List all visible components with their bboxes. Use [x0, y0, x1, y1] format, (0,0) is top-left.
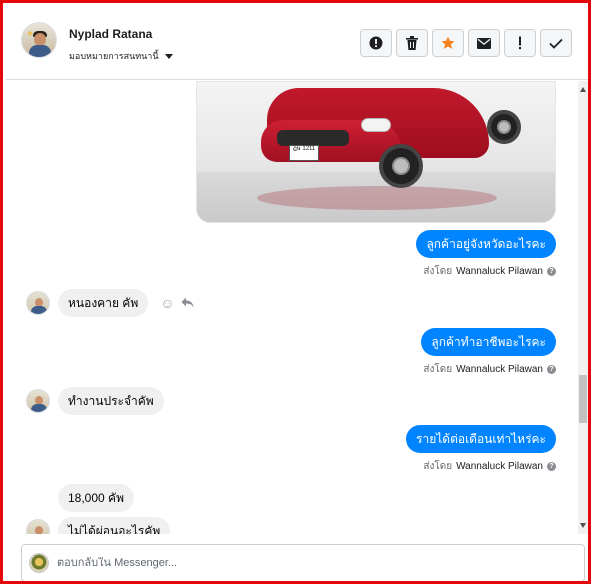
page-avatar — [29, 553, 49, 573]
trash-icon — [406, 36, 418, 50]
follow-up-button[interactable] — [504, 29, 536, 57]
reply-icon[interactable] — [181, 295, 194, 311]
sent-by-label: ส่งโดย — [423, 461, 453, 472]
assign-conversation-dropdown[interactable]: มอบหมายการสนทนานี้ — [69, 49, 173, 63]
mark-done-button[interactable] — [540, 29, 572, 57]
incoming-message[interactable]: หนองคาย คัพ — [58, 289, 149, 317]
incoming-message-row: 18,000 คัพ — [58, 484, 134, 512]
incoming-message[interactable]: ทำงานประจำคัพ — [58, 387, 164, 415]
question-icon[interactable]: ? — [547, 267, 556, 276]
contact-avatar-small — [26, 291, 50, 315]
sent-by-label: ส่งโดย — [423, 364, 453, 375]
scroll-thumb[interactable] — [579, 375, 587, 423]
conversation-toolbar — [360, 29, 572, 57]
delete-button[interactable] — [396, 29, 428, 57]
exclamation-icon — [518, 36, 522, 50]
mark-unread-button[interactable] — [468, 29, 500, 57]
incoming-message-row: ทำงานประจำคัพ — [26, 387, 164, 415]
sent-by-line: ส่งโดย Wannaluck Pilawan ? — [423, 362, 556, 377]
reply-input[interactable] — [57, 557, 557, 569]
outgoing-message-group: ลูกค้าอยู่จังหวัดอะไรคะ ส่งโดย Wannaluck… — [416, 230, 556, 279]
incoming-message[interactable]: ไม่ได้ผ่อนอะไรคัพ — [58, 517, 171, 534]
sent-by-label: ส่งโดย — [423, 266, 453, 277]
question-icon[interactable]: ? — [547, 462, 556, 471]
contact-avatar[interactable]: ✦ — [21, 22, 57, 58]
outgoing-message-group: รายได้ต่อเดือนเท่าไหร่คะ ส่งโดย Wannaluc… — [406, 425, 556, 474]
scroll-down-arrow-icon[interactable] — [580, 523, 586, 528]
check-icon — [549, 38, 563, 49]
thread-scrollbar[interactable] — [578, 81, 588, 534]
star-icon — [441, 36, 455, 50]
reply-composer — [21, 544, 585, 581]
mail-icon — [477, 37, 491, 49]
outgoing-message-group: ลูกค้าทำอาชีพอะไรคะ ส่งโดย Wannaluck Pil… — [421, 328, 556, 377]
smiley-icon[interactable]: ☺ — [160, 295, 174, 311]
outgoing-message[interactable]: ลูกค้าอยู่จังหวัดอะไรคะ — [416, 230, 556, 258]
sender-name: Wannaluck Pilawan — [456, 266, 543, 277]
sender-name: Wannaluck Pilawan — [456, 461, 543, 472]
sender-name: Wannaluck Pilawan — [456, 364, 543, 375]
contact-avatar-small — [26, 389, 50, 413]
sent-by-line: ส่งโดย Wannaluck Pilawan ? — [423, 264, 556, 279]
sent-by-line: ส่งโดย Wannaluck Pilawan ? — [423, 459, 556, 474]
message-actions: ☺ — [160, 295, 194, 311]
star-button[interactable] — [432, 29, 464, 57]
conversation-header: ✦ Nyplad Ratana มอบหมายการสนทนานี้ — [6, 6, 588, 80]
license-plate: ฎษ 1211 — [289, 145, 319, 161]
car-photo-attachment[interactable]: ฎษ 1211 — [196, 81, 556, 223]
assign-label: มอบหมายการสนทนานี้ — [69, 51, 159, 61]
contact-name[interactable]: Nyplad Ratana — [69, 27, 152, 41]
alert-circle-icon — [369, 36, 383, 50]
outgoing-message[interactable]: รายได้ต่อเดือนเท่าไหร่คะ — [406, 425, 556, 453]
incoming-message-row: หนองคาย คัพ ☺ — [26, 289, 194, 317]
messenger-inbox-panel: ✦ Nyplad Ratana มอบหมายการสนทนานี้ ฎษ 12… — [0, 0, 591, 584]
question-icon[interactable]: ? — [547, 365, 556, 374]
scroll-up-arrow-icon[interactable] — [580, 87, 586, 92]
message-thread[interactable]: ฎษ 1211 ลูกค้าอยู่จังหวัดอะไรคะ ส่งโดย W… — [6, 81, 588, 534]
incoming-message[interactable]: 18,000 คัพ — [58, 484, 134, 512]
contact-avatar-small — [26, 519, 50, 534]
outgoing-message[interactable]: ลูกค้าทำอาชีพอะไรคะ — [421, 328, 556, 356]
mark-spam-button[interactable] — [360, 29, 392, 57]
caret-down-icon — [164, 53, 173, 59]
incoming-message-row: ไม่ได้ผ่อนอะไรคัพ — [26, 517, 171, 534]
